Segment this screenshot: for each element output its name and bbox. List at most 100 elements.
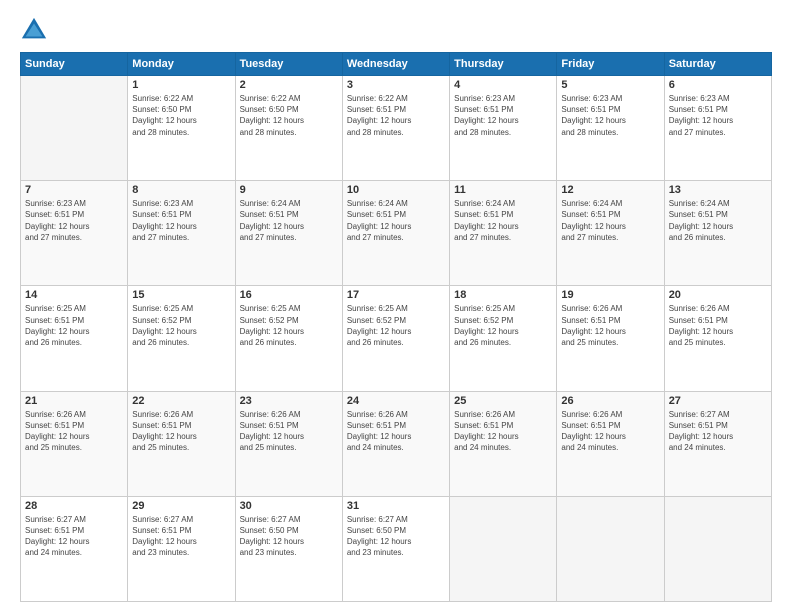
day-cell: 27 Sunrise: 6:27 AM Sunset: 6:51 PM Dayli… bbox=[664, 391, 771, 496]
day-cell: 10 Sunrise: 6:24 AM Sunset: 6:51 PM Dayli… bbox=[342, 181, 449, 286]
day-number: 22 bbox=[132, 395, 230, 407]
day-cell: 20 Sunrise: 6:26 AM Sunset: 6:51 PM Dayli… bbox=[664, 286, 771, 391]
day-cell: 21 Sunrise: 6:26 AM Sunset: 6:51 PM Dayli… bbox=[21, 391, 128, 496]
day-info: Sunrise: 6:24 AM Sunset: 6:51 PM Dayligh… bbox=[347, 198, 445, 243]
day-header-wednesday: Wednesday bbox=[342, 53, 449, 76]
day-cell: 15 Sunrise: 6:25 AM Sunset: 6:52 PM Dayli… bbox=[128, 286, 235, 391]
day-info: Sunrise: 6:24 AM Sunset: 6:51 PM Dayligh… bbox=[561, 198, 659, 243]
day-cell: 13Sunrise: 6:24 AM Sunset: 6:51 PM Dayli… bbox=[664, 181, 771, 286]
day-number: 1 bbox=[132, 79, 230, 91]
day-number: 21 bbox=[25, 395, 123, 407]
day-cell: 26Sunrise: 6:26 AM Sunset: 6:51 PM Dayli… bbox=[557, 391, 664, 496]
day-number: 16 bbox=[240, 289, 338, 301]
day-number: 4 bbox=[454, 79, 552, 91]
day-cell: 23 Sunrise: 6:26 AM Sunset: 6:51 PM Dayli… bbox=[235, 391, 342, 496]
day-number: 8 bbox=[132, 184, 230, 196]
day-cell: 17Sunrise: 6:25 AM Sunset: 6:52 PM Dayli… bbox=[342, 286, 449, 391]
day-number: 3 bbox=[347, 79, 445, 91]
calendar-body: 1 Sunrise: 6:22 AM Sunset: 6:50 PM Daylig… bbox=[21, 76, 772, 602]
day-cell: 9 Sunrise: 6:24 AM Sunset: 6:51 PM Daylig… bbox=[235, 181, 342, 286]
day-header-thursday: Thursday bbox=[450, 53, 557, 76]
day-cell: 18 Sunrise: 6:25 AM Sunset: 6:52 PM Dayli… bbox=[450, 286, 557, 391]
day-cell: 11 Sunrise: 6:24 AM Sunset: 6:51 PM Dayli… bbox=[450, 181, 557, 286]
day-cell: 19Sunrise: 6:26 AM Sunset: 6:51 PM Dayli… bbox=[557, 286, 664, 391]
day-info: Sunrise: 6:27 AM Sunset: 6:50 PM Dayligh… bbox=[240, 514, 338, 559]
day-info: Sunrise: 6:27 AM Sunset: 6:51 PM Dayligh… bbox=[25, 514, 123, 559]
day-cell: 12 Sunrise: 6:24 AM Sunset: 6:51 PM Dayli… bbox=[557, 181, 664, 286]
day-info: Sunrise: 6:26 AM Sunset: 6:51 PM Dayligh… bbox=[25, 409, 123, 454]
day-info: Sunrise: 6:24 AM Sunset: 6:51 PM Dayligh… bbox=[240, 198, 338, 243]
day-number: 19 bbox=[561, 289, 659, 301]
day-cell: 16 Sunrise: 6:25 AM Sunset: 6:52 PM Dayli… bbox=[235, 286, 342, 391]
day-info: Sunrise: 6:22 AM Sunset: 6:50 PM Dayligh… bbox=[240, 93, 338, 138]
day-number: 6 bbox=[669, 79, 767, 91]
day-cell: 8 Sunrise: 6:23 AM Sunset: 6:51 PM Daylig… bbox=[128, 181, 235, 286]
header bbox=[20, 16, 772, 44]
day-cell: 25 Sunrise: 6:26 AM Sunset: 6:51 PM Dayli… bbox=[450, 391, 557, 496]
day-number: 15 bbox=[132, 289, 230, 301]
day-info: Sunrise: 6:26 AM Sunset: 6:51 PM Dayligh… bbox=[454, 409, 552, 454]
day-info: Sunrise: 6:22 AM Sunset: 6:50 PM Dayligh… bbox=[132, 93, 230, 138]
day-cell: 14Sunrise: 6:25 AM Sunset: 6:51 PM Dayli… bbox=[21, 286, 128, 391]
day-cell bbox=[450, 496, 557, 601]
day-number: 5 bbox=[561, 79, 659, 91]
day-info: Sunrise: 6:23 AM Sunset: 6:51 PM Dayligh… bbox=[669, 93, 767, 138]
day-info: Sunrise: 6:22 AM Sunset: 6:51 PM Dayligh… bbox=[347, 93, 445, 138]
day-number: 31 bbox=[347, 500, 445, 512]
day-cell: 30Sunrise: 6:27 AM Sunset: 6:50 PM Dayli… bbox=[235, 496, 342, 601]
day-header-monday: Monday bbox=[128, 53, 235, 76]
day-number: 13 bbox=[669, 184, 767, 196]
day-number: 14 bbox=[25, 289, 123, 301]
day-info: Sunrise: 6:24 AM Sunset: 6:51 PM Dayligh… bbox=[454, 198, 552, 243]
day-info: Sunrise: 6:23 AM Sunset: 6:51 PM Dayligh… bbox=[561, 93, 659, 138]
day-info: Sunrise: 6:27 AM Sunset: 6:51 PM Dayligh… bbox=[669, 409, 767, 454]
day-cell: 6 Sunrise: 6:23 AM Sunset: 6:51 PM Daylig… bbox=[664, 76, 771, 181]
day-info: Sunrise: 6:27 AM Sunset: 6:50 PM Dayligh… bbox=[347, 514, 445, 559]
day-number: 23 bbox=[240, 395, 338, 407]
calendar-table: SundayMondayTuesdayWednesdayThursdayFrid… bbox=[20, 52, 772, 602]
day-number: 2 bbox=[240, 79, 338, 91]
day-cell: 3 Sunrise: 6:22 AM Sunset: 6:51 PM Daylig… bbox=[342, 76, 449, 181]
logo-icon bbox=[20, 16, 48, 44]
day-info: Sunrise: 6:25 AM Sunset: 6:52 PM Dayligh… bbox=[240, 303, 338, 348]
day-number: 17 bbox=[347, 289, 445, 301]
day-info: Sunrise: 6:26 AM Sunset: 6:51 PM Dayligh… bbox=[347, 409, 445, 454]
day-number: 27 bbox=[669, 395, 767, 407]
day-cell: 5 Sunrise: 6:23 AM Sunset: 6:51 PM Daylig… bbox=[557, 76, 664, 181]
logo bbox=[20, 16, 52, 44]
day-header-saturday: Saturday bbox=[664, 53, 771, 76]
day-info: Sunrise: 6:26 AM Sunset: 6:51 PM Dayligh… bbox=[669, 303, 767, 348]
week-row-5: 28Sunrise: 6:27 AM Sunset: 6:51 PM Dayli… bbox=[21, 496, 772, 601]
day-cell bbox=[664, 496, 771, 601]
day-cell: 1 Sunrise: 6:22 AM Sunset: 6:50 PM Daylig… bbox=[128, 76, 235, 181]
day-cell: 7Sunrise: 6:23 AM Sunset: 6:51 PM Daylig… bbox=[21, 181, 128, 286]
day-number: 26 bbox=[561, 395, 659, 407]
day-info: Sunrise: 6:25 AM Sunset: 6:52 PM Dayligh… bbox=[132, 303, 230, 348]
day-number: 11 bbox=[454, 184, 552, 196]
day-info: Sunrise: 6:23 AM Sunset: 6:51 PM Dayligh… bbox=[25, 198, 123, 243]
day-number: 25 bbox=[454, 395, 552, 407]
day-number: 18 bbox=[454, 289, 552, 301]
day-number: 12 bbox=[561, 184, 659, 196]
week-row-3: 14Sunrise: 6:25 AM Sunset: 6:51 PM Dayli… bbox=[21, 286, 772, 391]
week-row-4: 21 Sunrise: 6:26 AM Sunset: 6:51 PM Dayli… bbox=[21, 391, 772, 496]
day-number: 20 bbox=[669, 289, 767, 301]
calendar-header: SundayMondayTuesdayWednesdayThursdayFrid… bbox=[21, 53, 772, 76]
day-cell: 24 Sunrise: 6:26 AM Sunset: 6:51 PM Dayli… bbox=[342, 391, 449, 496]
day-info: Sunrise: 6:23 AM Sunset: 6:51 PM Dayligh… bbox=[132, 198, 230, 243]
day-number: 24 bbox=[347, 395, 445, 407]
day-number: 9 bbox=[240, 184, 338, 196]
day-info: Sunrise: 6:27 AM Sunset: 6:51 PM Dayligh… bbox=[132, 514, 230, 559]
day-number: 10 bbox=[347, 184, 445, 196]
day-info: Sunrise: 6:25 AM Sunset: 6:52 PM Dayligh… bbox=[454, 303, 552, 348]
week-row-1: 1 Sunrise: 6:22 AM Sunset: 6:50 PM Daylig… bbox=[21, 76, 772, 181]
day-info: Sunrise: 6:26 AM Sunset: 6:51 PM Dayligh… bbox=[132, 409, 230, 454]
page: SundayMondayTuesdayWednesdayThursdayFrid… bbox=[0, 0, 792, 612]
header-row: SundayMondayTuesdayWednesdayThursdayFrid… bbox=[21, 53, 772, 76]
day-cell bbox=[21, 76, 128, 181]
day-cell: 29Sunrise: 6:27 AM Sunset: 6:51 PM Dayli… bbox=[128, 496, 235, 601]
day-cell: 4Sunrise: 6:23 AM Sunset: 6:51 PM Daylig… bbox=[450, 76, 557, 181]
day-info: Sunrise: 6:26 AM Sunset: 6:51 PM Dayligh… bbox=[240, 409, 338, 454]
day-cell: 22 Sunrise: 6:26 AM Sunset: 6:51 PM Dayli… bbox=[128, 391, 235, 496]
day-cell bbox=[557, 496, 664, 601]
